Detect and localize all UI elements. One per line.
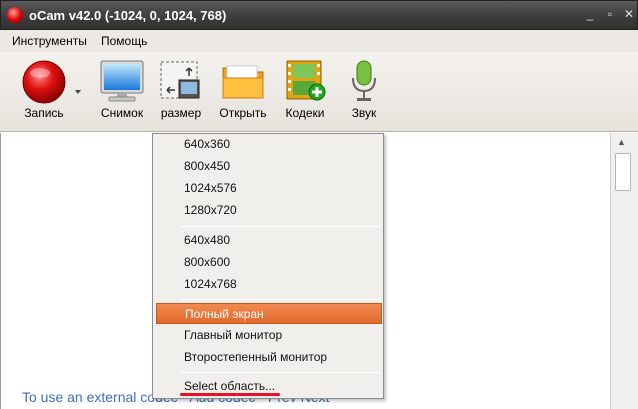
window-title: oCam v42.0 (-1024, 0, 1024, 768) xyxy=(29,8,227,23)
menu-item-800x450[interactable]: 800x450 xyxy=(156,156,382,177)
maximize-button[interactable]: ▫ xyxy=(603,7,617,21)
highlight-underline xyxy=(180,393,280,396)
open-label: Открыть xyxy=(219,106,267,120)
resize-icon xyxy=(160,61,200,99)
ocam-app-icon xyxy=(7,7,23,23)
microphone-icon xyxy=(352,60,376,101)
menu-item-primary-monitor[interactable]: Главный монитор xyxy=(156,325,382,346)
minimize-button[interactable]: _ xyxy=(583,7,597,21)
menu-separator xyxy=(181,226,381,227)
scroll-thumb[interactable] xyxy=(615,153,631,191)
codecs-label: Кодеки xyxy=(285,106,325,120)
record-label: Запись xyxy=(24,106,64,120)
film-codec-icon xyxy=(286,60,326,101)
sound-label: Звук xyxy=(351,106,377,120)
menu-separator xyxy=(181,372,381,373)
size-button[interactable]: размер xyxy=(156,58,206,120)
snapshot-label: Снимок xyxy=(100,106,144,120)
size-label: размер xyxy=(160,106,202,120)
menu-bar: Инструменты Помощь xyxy=(0,30,638,52)
sound-button[interactable]: Звук xyxy=(342,58,386,120)
menu-item-640x480[interactable]: 640x480 xyxy=(156,230,382,251)
title-bar: oCam v42.0 (-1024, 0, 1024, 768) _ ▫ ✕ xyxy=(0,0,638,30)
record-button[interactable]: Запись xyxy=(16,58,72,120)
open-button[interactable]: Открыть xyxy=(216,58,270,120)
menu-item-1024x768[interactable]: 1024x768 xyxy=(156,274,382,295)
menu-item-fullscreen[interactable]: Полный экран xyxy=(156,303,382,324)
record-icon xyxy=(22,60,66,104)
size-context-menu: 640x360 800x450 1024x576 1280x720 640x48… xyxy=(152,133,384,399)
close-button[interactable]: ✕ xyxy=(622,7,636,21)
menu-help[interactable]: Помощь xyxy=(101,34,147,48)
toolbar: Запись Снимок размер Открыть Кодеки Звук xyxy=(0,52,638,132)
folder-icon xyxy=(222,65,264,99)
menu-item-800x600[interactable]: 800x600 xyxy=(156,252,382,273)
menu-item-640x360[interactable]: 640x360 xyxy=(156,134,382,155)
menu-item-1024x576[interactable]: 1024x576 xyxy=(156,178,382,199)
record-dropdown-arrow-icon[interactable] xyxy=(75,90,81,94)
vertical-scrollbar[interactable]: ▲ xyxy=(610,133,638,409)
scroll-up-icon[interactable]: ▲ xyxy=(617,137,626,147)
codecs-button[interactable]: Кодеки xyxy=(280,58,330,120)
menu-item-secondary-monitor[interactable]: Второстепенный монитор xyxy=(156,347,382,368)
menu-item-1280x720[interactable]: 1280x720 xyxy=(156,200,382,221)
monitor-icon xyxy=(100,60,144,102)
menu-tools[interactable]: Инструменты xyxy=(12,34,87,48)
menu-separator xyxy=(181,299,381,300)
snapshot-button[interactable]: Снимок xyxy=(93,58,151,120)
